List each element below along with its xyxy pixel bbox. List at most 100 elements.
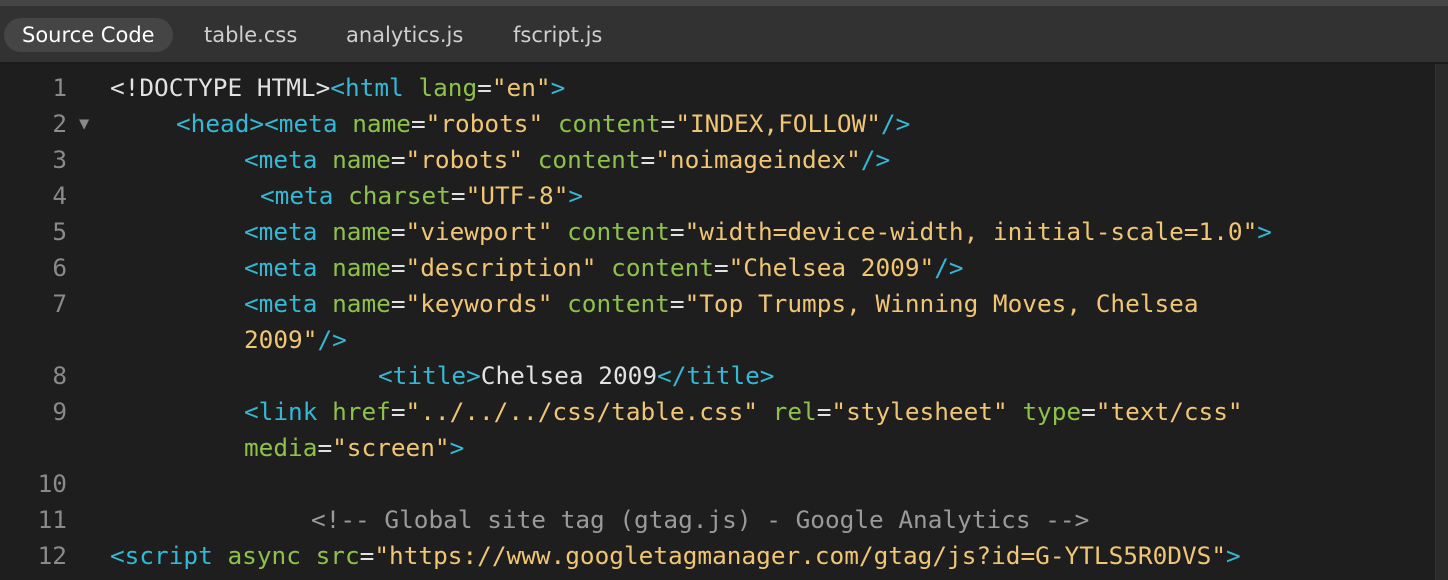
vertical-scrollbar[interactable] [1435,64,1448,580]
code-content: <meta name="viewport" content="width=dev… [244,214,1272,250]
file-tab-bar: Source Code table.css analytics.js fscri… [0,6,1448,64]
code-content: <meta name="robots" content="noimageinde… [244,142,890,178]
code-token: = [390,217,406,246]
code-token: = [713,253,729,282]
code-line: media="screen"> [0,430,1436,466]
code-token: content [611,253,714,282]
code-line: 11 <!-- Global site tag (gtag.js) - Googl… [0,502,1436,538]
code-token: name [332,217,391,246]
line-number: 11 [37,505,67,534]
tab-table-css[interactable]: table.css [204,18,297,52]
code-token: media [244,433,318,462]
code-token: content [557,109,661,138]
line-number: 5 [52,217,67,246]
code-token: name [332,145,391,174]
code-token: 2009" [244,325,318,354]
code-content: <meta charset="UTF-8"> [260,178,583,214]
code-token: "width=device-width, initial-scale=1.0" [684,217,1258,246]
code-token: "robots" [405,145,538,174]
code-token: content [567,289,670,318]
code-token: "viewport" [405,217,568,246]
code-token: <meta [260,181,349,210]
code-line: 2009"/> [0,322,1436,358]
code-token: = [359,541,375,570]
code-token: name [352,109,411,138]
code-token: "stylesheet" [831,397,1023,426]
code-line: 5 <meta name="viewport" content="width=de… [0,214,1436,250]
code-content: <title>Chelsea 2009</title> [378,358,775,394]
code-content: <meta name="description" content="Chelse… [244,250,964,286]
tab-source-code[interactable]: Source Code [4,18,173,52]
code-token: = [390,253,406,282]
code-viewer-window: Source Code table.css analytics.js fscri… [0,0,1448,580]
code-line: 3 <meta name="robots" content="noimageind… [0,142,1436,178]
line-number: 9 [52,397,67,426]
code-editor[interactable]: 1 <!DOCTYPE HTML><html lang="en"> 2 ▼ <head>… [0,64,1448,580]
code-token: = [390,289,406,318]
code-line: 9 <link href="../../../css/table.css" rel… [0,394,1436,430]
code-token: = [477,73,492,102]
code-token: content [567,217,670,246]
code-token: name [332,289,391,318]
code-token: <link [244,397,333,426]
code-token: "UTF-8" [465,181,569,210]
line-number: 7 [52,289,67,318]
fold-toggle-icon[interactable]: ▼ [79,106,89,142]
code-token: content [537,145,641,174]
code-token: > [449,433,465,462]
code-content: 2009"/> [244,322,347,358]
code-line: 1 <!DOCTYPE HTML><html lang="en"> [0,70,1436,106]
code-token: /> [880,109,911,138]
code-token: "en" [491,73,551,102]
code-token: <!DOCTYPE HTML> [110,73,331,102]
code-token: <meta [244,145,333,174]
code-token: = [390,145,406,174]
code-token: > [1226,541,1241,570]
line-number: 6 [52,253,67,282]
code-token: > [1257,217,1272,246]
code-token: = [390,397,406,426]
code-content: <!DOCTYPE HTML><html lang="en"> [110,70,565,106]
code-token: "robots" [425,109,558,138]
code-content: <!-- Global site tag (gtag.js) - Google … [311,502,1089,538]
code-line: 10 [0,466,1436,502]
code-token: "INDEX,FOLLOW" [675,109,881,138]
code-line: 2 ▼ <head><meta name="robots" content="IND… [0,106,1436,142]
code-token: <html [330,73,419,102]
line-number: 4 [52,181,67,210]
code-token: "Chelsea 2009" [728,253,935,282]
line-number: 10 [37,469,67,498]
code-content: <meta name="keywords" content="Top Trump… [244,286,1199,322]
code-token: /> [317,325,347,354]
code-token: <title> [378,361,481,390]
code-token: name [332,253,391,282]
tab-fscript-js[interactable]: fscript.js [513,18,602,52]
tab-analytics-js[interactable]: analytics.js [346,18,463,52]
code-token: = [1081,397,1096,426]
code-token: = [450,181,466,210]
line-number: 12 [37,541,67,570]
line-number: 1 [52,73,67,102]
code-token: "noimageindex" [655,145,861,174]
code-token: <head><meta [176,109,353,138]
code-line: 7 <meta name="keywords" content="Top Trum… [0,286,1436,322]
code-token: "Top Trumps, Winning Moves, Chelsea [684,289,1199,318]
code-token: = [816,397,832,426]
code-line: 6 <meta name="description" content="Chels… [0,250,1436,286]
code-token: "../../../css/table.css" [405,397,773,426]
code-token: = [669,217,685,246]
code-line: 12 <script async src="https://www.googlet… [0,538,1436,574]
code-content: <link href="../../../css/table.css" rel=… [244,394,1243,430]
code-token: <meta [244,253,333,282]
code-token: /> [934,253,964,282]
code-content: <script async src="https://www.googletag… [110,538,1241,574]
code-line: 8 <title>Chelsea 2009</title> [0,358,1436,394]
code-token: async [227,541,316,570]
code-token: = [660,109,676,138]
code-content: <head><meta name="robots" content="INDEX… [176,106,910,142]
code-token: <meta [244,217,333,246]
code-token: lang [418,73,478,102]
code-token: "text/css" [1095,397,1243,426]
line-number: 3 [52,145,67,174]
code-token: = [410,109,426,138]
